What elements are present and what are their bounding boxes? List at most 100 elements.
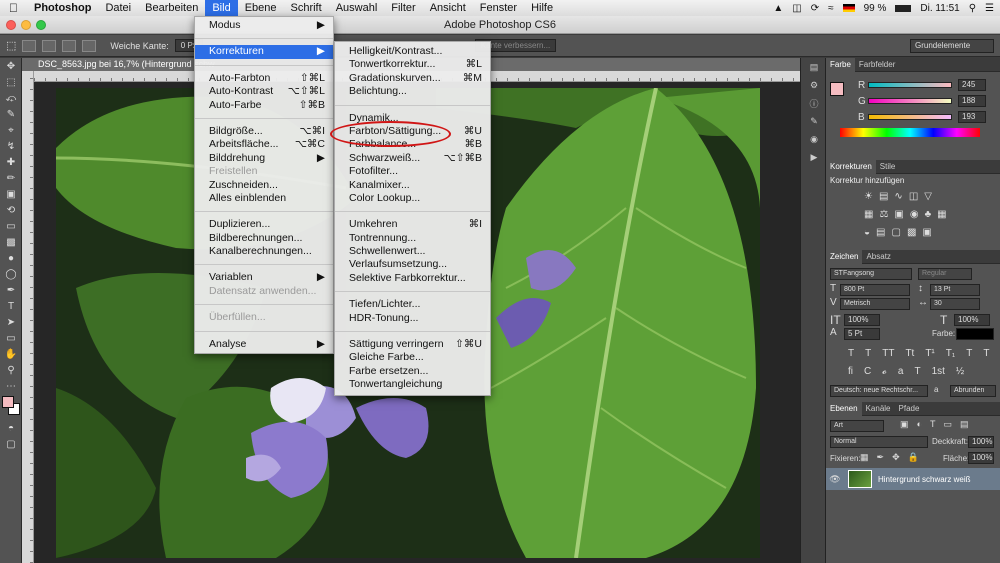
tab-farbfelder[interactable]: Farbfelder	[855, 58, 899, 72]
shield-icon[interactable]: ◫	[792, 3, 801, 14]
color-swatches[interactable]	[0, 394, 21, 420]
clone-source-icon[interactable]: ◉	[801, 130, 827, 148]
small-caps-button[interactable]: Tt	[905, 348, 914, 359]
menu-item-variablen[interactable]: Variablen ▶	[195, 271, 333, 284]
menu-list-icon[interactable]: ☰	[985, 3, 994, 14]
curves-icon[interactable]: ∿	[894, 191, 902, 202]
color-spectrum-bar[interactable]	[840, 128, 980, 137]
menu-item-analyse[interactable]: Analyse ▶	[195, 338, 333, 351]
menu-item-duplizieren[interactable]: Duplizieren...	[195, 218, 333, 231]
brush-panel-icon[interactable]: ✎	[801, 112, 827, 130]
menu-item-helligkeit-kontrast[interactable]: Helligkeit/Kontrast...	[335, 45, 490, 58]
tab-pfade[interactable]: Pfade	[895, 402, 924, 416]
app-menu[interactable]: Photoshop	[27, 0, 98, 16]
font-style-select[interactable]: Regular	[918, 268, 972, 280]
menu-item-zuschneiden[interactable]: Zuschneiden...	[195, 179, 333, 192]
gradient-map-icon[interactable]: ▩	[907, 227, 916, 238]
b-value[interactable]: 193	[958, 111, 986, 123]
selective-color-icon[interactable]: ▣	[922, 227, 931, 238]
menu-item-tonwertkorrektur[interactable]: Tonwertkorrektur... ⌘L	[335, 58, 490, 71]
menu-item-modus[interactable]: Modus ▶	[195, 19, 333, 32]
leading-select[interactable]: 13 Pt	[930, 284, 980, 296]
menu-item-schwellenwert[interactable]: Schwellenwert...	[335, 245, 490, 258]
subscript-button[interactable]: T₁	[946, 348, 955, 359]
wifi-icon[interactable]: ≈	[828, 3, 834, 14]
ordinal-button[interactable]: 1st	[932, 366, 945, 377]
tab-zeichen[interactable]: Zeichen	[826, 249, 863, 264]
menu-item-schwarzweiß[interactable]: Schwarzweiß... ⌥⇧⌘B	[335, 152, 490, 165]
menu-item-hdr-tonung[interactable]: HDR-Tonung...	[335, 312, 490, 325]
menu-item-selektive-farbkorrektur[interactable]: Selektive Farbkorrektur...	[335, 272, 490, 285]
blend-mode-select[interactable]: Normal	[830, 436, 928, 448]
brightness-icon[interactable]: ☀	[864, 191, 873, 202]
opacity-input[interactable]: 100%	[968, 436, 994, 448]
menu-schrift[interactable]: Schrift	[284, 0, 329, 16]
b-slider[interactable]	[868, 114, 952, 120]
menu-fenster[interactable]: Fenster	[473, 0, 524, 16]
color-balance-icon[interactable]: ⚖	[879, 209, 888, 220]
menu-filter[interactable]: Filter	[384, 0, 422, 16]
layer-name[interactable]: Hintergrund schwarz weiß	[878, 475, 970, 484]
font-size-select[interactable]: 800 Pt	[840, 284, 910, 296]
faux-bold-button[interactable]: T	[848, 348, 854, 359]
stylistic-button[interactable]: a	[898, 366, 904, 377]
battery-icon[interactable]	[895, 4, 912, 12]
blur-tool-icon[interactable]: ●	[0, 250, 22, 266]
lock-position-icon[interactable]: ✥	[892, 452, 900, 463]
vertical-ruler[interactable]	[22, 71, 34, 563]
menu-item-arbeitsfläche[interactable]: Arbeitsfläche... ⌥⌘C	[195, 138, 333, 151]
menu-item-tiefen-lichter[interactable]: Tiefen/Lichter...	[335, 298, 490, 311]
tab-korrekturen[interactable]: Korrekturen	[826, 159, 876, 174]
history-brush-tool-icon[interactable]: ⟲	[0, 202, 22, 218]
more-tools-icon[interactable]: ⋯	[0, 378, 22, 394]
add-selection-button[interactable]	[42, 39, 57, 52]
menu-item-tonwertangleichung[interactable]: Tonwertangleichung	[335, 378, 490, 391]
levels-icon[interactable]: ▤	[879, 191, 888, 202]
tab-ebenen[interactable]: Ebenen	[826, 401, 862, 416]
lock-pixels-icon[interactable]: ✒	[877, 452, 885, 463]
path-select-tool-icon[interactable]: ➤	[0, 314, 22, 330]
menu-bild[interactable]: Bild	[205, 0, 238, 16]
menu-item-bildgröße[interactable]: Bildgröße... ⌥⌘I	[195, 125, 333, 138]
channel-mixer-icon[interactable]: ♣	[925, 209, 932, 220]
titling-button[interactable]: T	[914, 366, 920, 377]
layer-filter-select[interactable]: Art	[830, 420, 884, 432]
menu-item-kanalmixer[interactable]: Kanalmixer...	[335, 179, 490, 192]
drive-icon[interactable]: ▲	[773, 3, 783, 14]
hue-sat-icon[interactable]: ▦	[864, 209, 873, 220]
healing-tool-icon[interactable]: ✚	[0, 154, 22, 170]
color-lookup-icon[interactable]: ▦	[937, 209, 946, 220]
tab-absatz[interactable]: Absatz	[862, 250, 894, 264]
g-value[interactable]: 188	[958, 95, 986, 107]
menu-item-fotofilter[interactable]: Fotofilter...	[335, 165, 490, 178]
strikethrough-button[interactable]: T	[983, 348, 989, 359]
r-slider[interactable]	[868, 82, 952, 88]
ligature-button[interactable]: fi	[848, 366, 853, 377]
menu-item-auto-kontrast[interactable]: Auto-Kontrast ⌥⇧⌘L	[195, 85, 333, 98]
eraser-tool-icon[interactable]: ▭	[0, 218, 22, 234]
menu-item-bilddrehung[interactable]: Bilddrehung ▶	[195, 152, 333, 165]
lock-all-icon[interactable]: 🔒	[908, 452, 919, 463]
fill-input[interactable]: 100%	[968, 452, 994, 464]
close-window-button[interactable]	[6, 20, 16, 30]
screen-mode-icon[interactable]: ▢	[0, 436, 22, 452]
menu-item-color-lookup[interactable]: Color Lookup...	[335, 192, 490, 205]
menu-ebene[interactable]: Ebene	[238, 0, 284, 16]
quick-select-tool-icon[interactable]: ✎	[0, 106, 22, 122]
invert-icon[interactable]: ◒	[864, 227, 870, 238]
clock[interactable]: Di. 11:51	[920, 3, 959, 14]
layer-row[interactable]: 👁 Hintergrund schwarz weiß	[826, 468, 1000, 490]
menu-datei[interactable]: Datei	[98, 0, 138, 16]
foreground-color-swatch[interactable]	[2, 396, 14, 408]
exposure-icon[interactable]: ◫	[909, 191, 918, 202]
shape-filter-icon[interactable]: ▭	[943, 419, 952, 430]
menu-item-alles-einblenden[interactable]: Alles einblenden	[195, 192, 333, 205]
menu-ansicht[interactable]: Ansicht	[423, 0, 473, 16]
menu-item-farbe-ersetzen[interactable]: Farbe ersetzen...	[335, 365, 490, 378]
menu-bearbeiten[interactable]: Bearbeiten	[138, 0, 205, 16]
r-value[interactable]: 245	[958, 79, 986, 91]
swash-button[interactable]: 𝓸	[882, 366, 887, 377]
pixel-filter-icon[interactable]: ▣	[900, 419, 909, 430]
marquee-tool-icon[interactable]: ⬚	[0, 74, 22, 90]
apple-menu-icon[interactable]: 	[0, 0, 27, 16]
